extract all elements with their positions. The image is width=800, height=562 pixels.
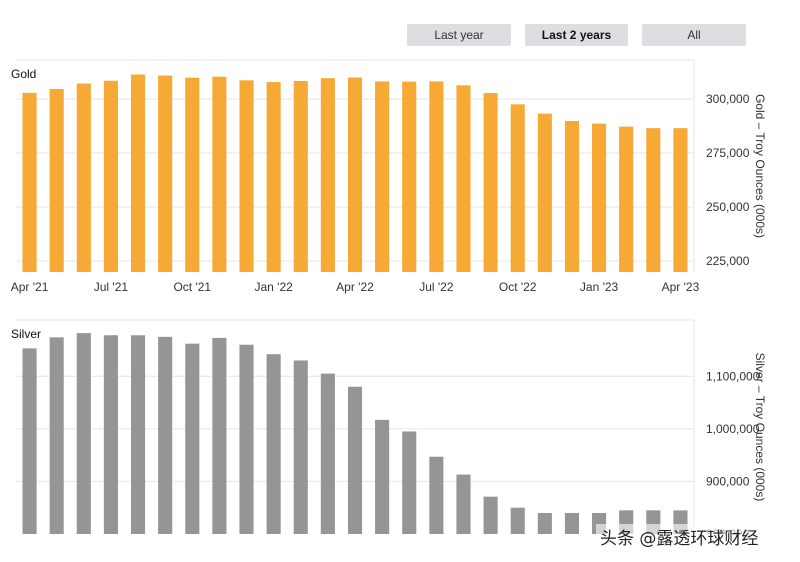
bar[interactable] [510, 104, 525, 272]
bar[interactable] [510, 507, 525, 534]
bar[interactable] [130, 335, 146, 534]
bar[interactable] [347, 386, 363, 534]
bar[interactable] [347, 77, 363, 272]
bar[interactable] [212, 337, 227, 534]
x-tick-label: Apr '22 [336, 280, 374, 294]
bar[interactable] [402, 81, 417, 272]
x-tick-label: Apr '23 [662, 280, 700, 294]
bar[interactable] [239, 80, 254, 273]
bar[interactable] [375, 419, 390, 534]
bar[interactable] [185, 343, 200, 534]
x-tick-label: Jul '22 [419, 280, 454, 294]
bar[interactable] [592, 123, 607, 272]
bar[interactable] [103, 80, 118, 272]
y-tick-label: 275,000 [706, 146, 750, 160]
charts-canvas: 225,000 250,000 275,000 300,000 Apr '21 Jul '… [11, 59, 767, 534]
bar[interactable] [266, 82, 281, 272]
bar[interactable] [564, 512, 580, 534]
bar[interactable] [402, 431, 417, 534]
watermark-text: 头条 @露透环球财经 [596, 524, 763, 549]
bar[interactable] [619, 126, 634, 272]
bar[interactable] [483, 93, 498, 272]
bar[interactable] [158, 336, 173, 534]
bar[interactable] [185, 77, 200, 273]
bar[interactable] [49, 88, 64, 272]
bar[interactable] [537, 512, 552, 534]
y-tick-label: 900,000 [706, 474, 750, 488]
bar[interactable] [320, 78, 335, 273]
x-tick-label: Jan '23 [580, 280, 619, 294]
bar[interactable] [293, 80, 308, 272]
bar[interactable] [103, 335, 118, 534]
bar[interactable] [266, 354, 281, 534]
bar[interactable] [239, 344, 254, 534]
y-tick-label: 1,100,000 [706, 369, 760, 383]
x-tick-label: Jul '21 [94, 280, 129, 294]
bar[interactable] [22, 348, 37, 534]
y-axis-label: Silver – Troy Ounces (000s) [753, 353, 767, 502]
x-tick-label: Oct '21 [173, 280, 211, 294]
bar[interactable] [673, 128, 688, 272]
y-tick-label: 300,000 [706, 92, 750, 106]
bar[interactable] [537, 113, 552, 272]
chart-title: Silver [11, 327, 41, 341]
bar[interactable] [429, 456, 444, 534]
bar[interactable] [456, 474, 471, 534]
gold-chart: 225,000 250,000 275,000 300,000 Apr '21 Jul '… [11, 59, 767, 294]
chart-title: Gold [11, 67, 36, 81]
bar[interactable] [646, 128, 661, 272]
bar[interactable] [76, 83, 91, 272]
bar[interactable] [564, 121, 580, 272]
bar[interactable] [320, 373, 335, 534]
bar[interactable] [22, 92, 37, 273]
bar[interactable] [76, 333, 91, 534]
bar[interactable] [49, 337, 64, 534]
bar[interactable] [130, 74, 146, 272]
bar[interactable] [429, 81, 444, 273]
x-tick-label: Jan '22 [254, 280, 293, 294]
y-tick-label: 225,000 [706, 254, 750, 268]
y-axis-label: Gold – Troy Ounces (000s) [753, 94, 767, 238]
bar[interactable] [483, 496, 498, 534]
x-tick-label: Oct '22 [499, 280, 537, 294]
x-tick-label: Apr '21 [11, 280, 49, 294]
bar[interactable] [375, 81, 390, 273]
y-tick-label: 250,000 [706, 200, 750, 214]
bar[interactable] [293, 360, 308, 534]
silver-chart: 900,000 1,000,000 1,100,000 Silver Silver – … [11, 319, 767, 534]
y-tick-label: 1,000,000 [706, 422, 760, 436]
bar[interactable] [158, 75, 173, 273]
bar[interactable] [212, 76, 227, 273]
bar[interactable] [456, 85, 471, 272]
